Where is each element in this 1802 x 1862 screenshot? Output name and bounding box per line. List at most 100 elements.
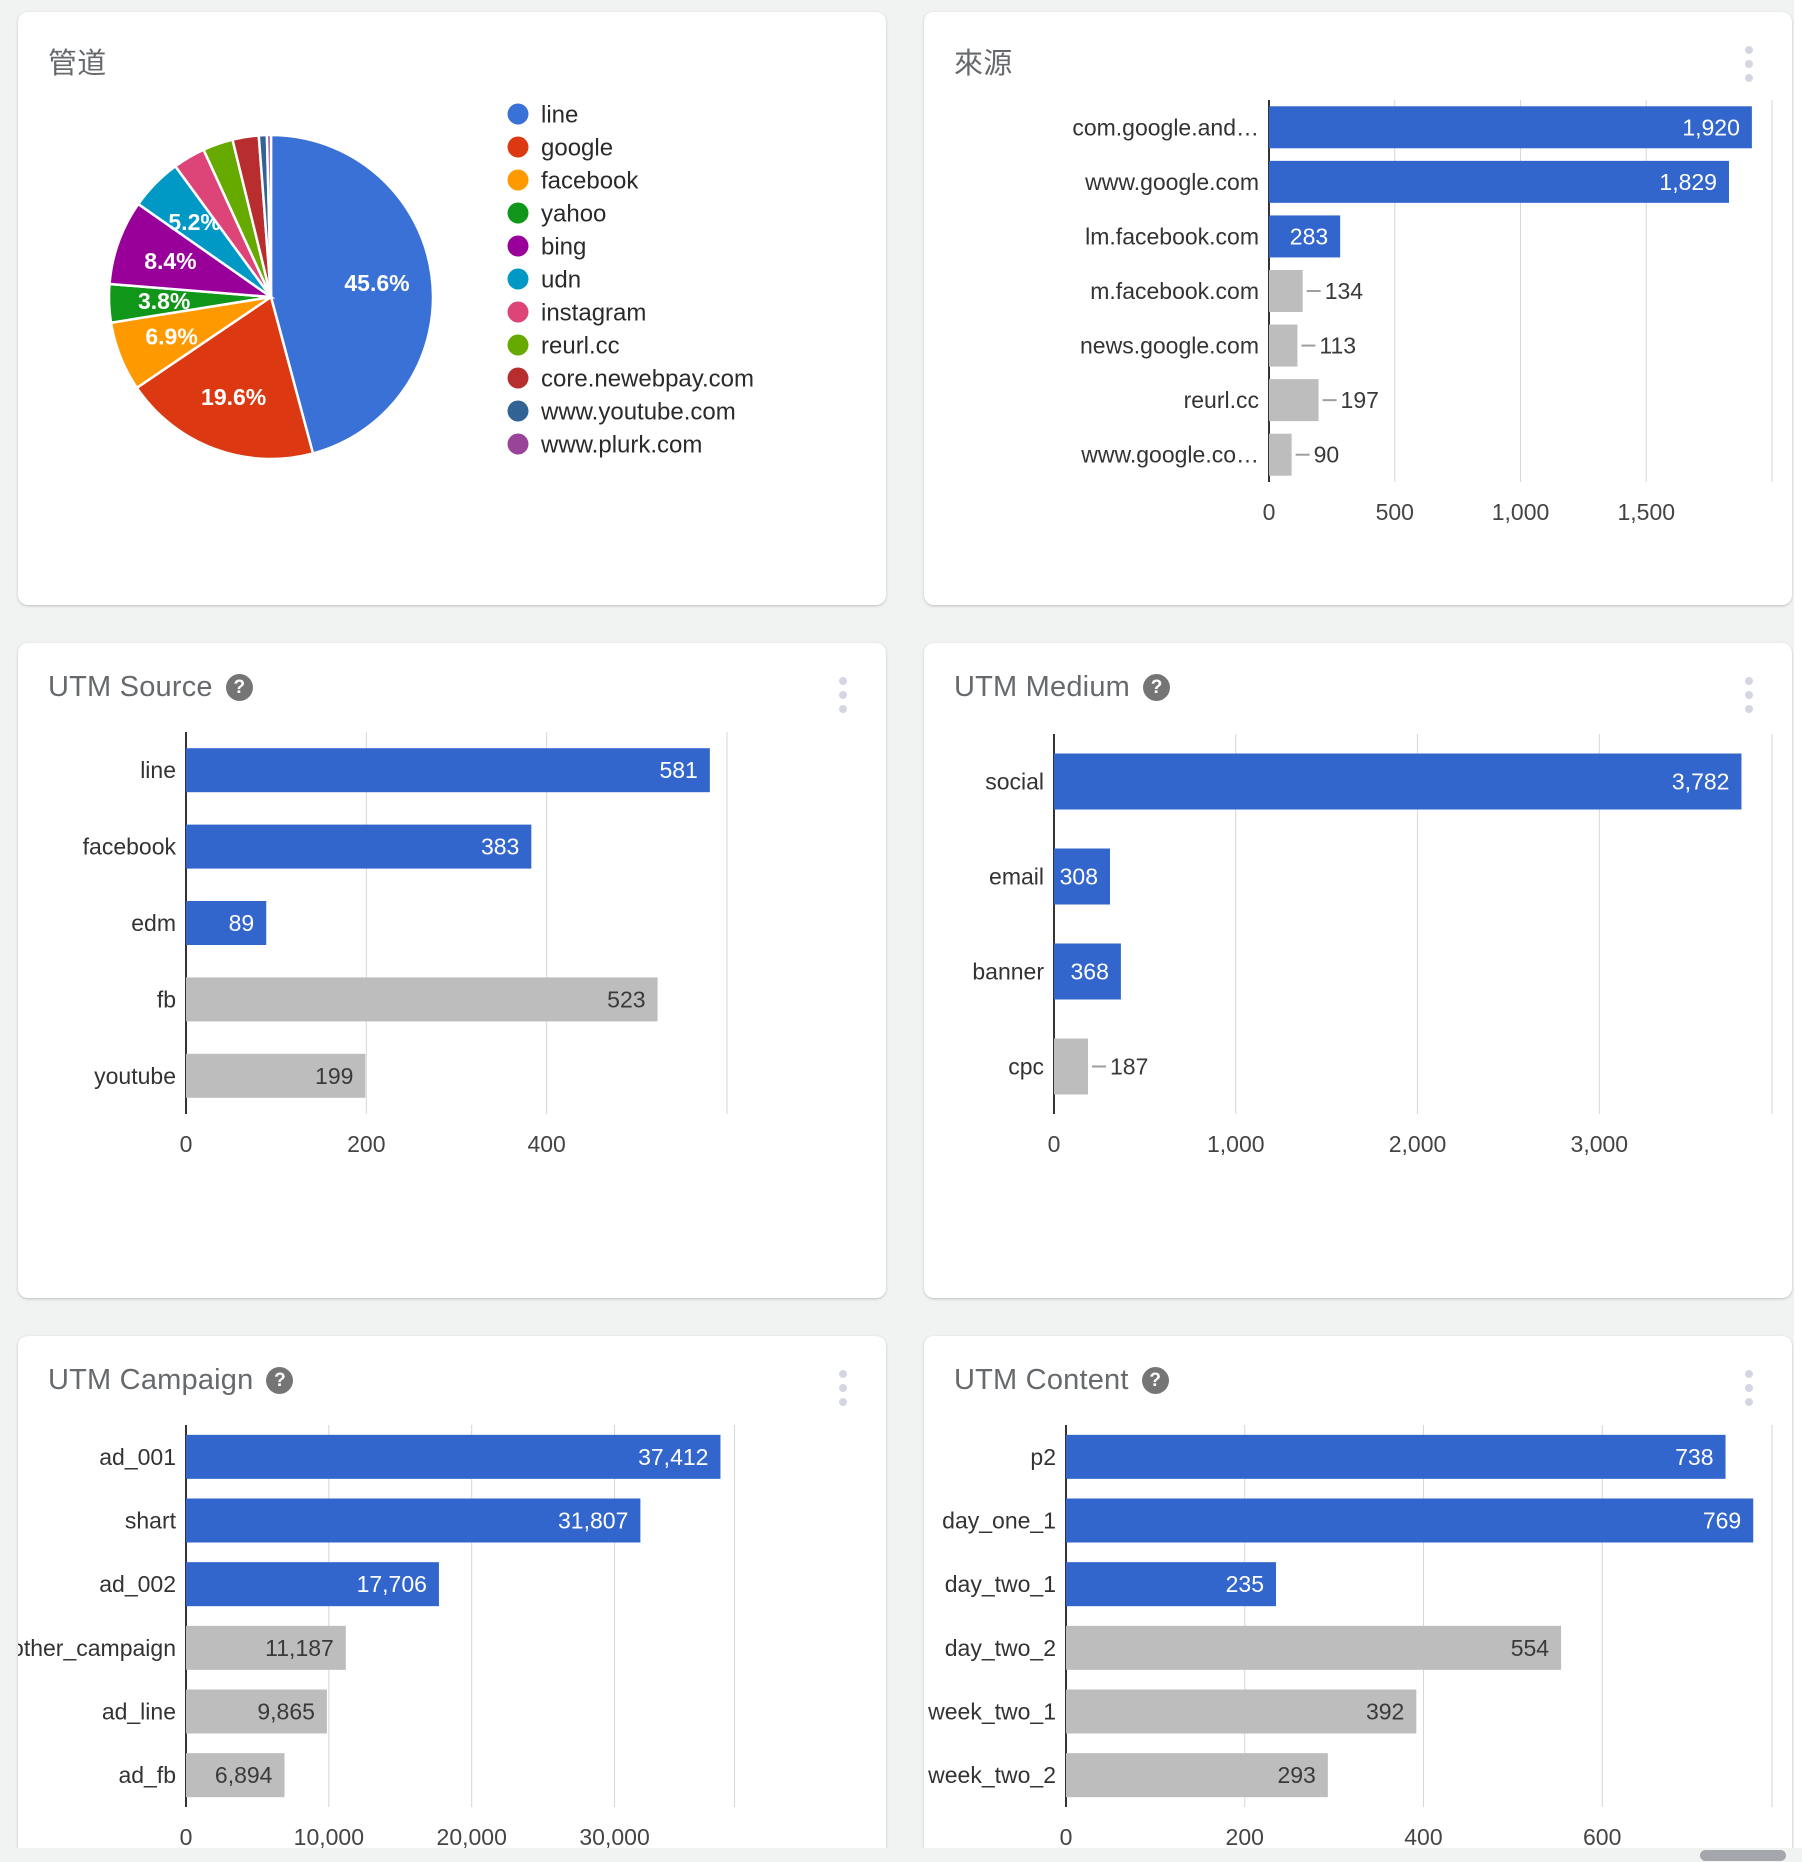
bar-category-label: reurl.cc bbox=[1184, 387, 1259, 413]
card-source: 來源 com.google.and… 1,920 www.google.com 1,8… bbox=[924, 12, 1792, 605]
legend-swatch bbox=[507, 301, 529, 323]
bar-chart-utm-campaign: ad_001 37,412 shart 31,807 ad_002 17,706 other… bbox=[18, 1397, 886, 1862]
legend-item-label[interactable]: www.youtube.com bbox=[540, 399, 736, 426]
kebab-dot bbox=[1745, 691, 1753, 699]
bar-com-google-and-[interactable] bbox=[1269, 106, 1752, 149]
legend-swatch bbox=[507, 334, 529, 356]
help-icon[interactable]: ? bbox=[266, 1367, 294, 1394]
bar-category-label: edm bbox=[131, 910, 176, 936]
card-pipeline: 管道 45.6% 19.6% 6.9% 3.8% 8.4% 5.2% line google f… bbox=[18, 12, 886, 605]
bar-reurl-cc[interactable] bbox=[1269, 379, 1319, 422]
bar-category-label: ad_002 bbox=[99, 1571, 176, 1597]
legend-item-label[interactable]: instagram bbox=[541, 300, 646, 327]
x-axis-tick-label: 10,000 bbox=[294, 1824, 364, 1850]
legend-item-label[interactable]: reurl.cc bbox=[541, 333, 620, 360]
bar-line[interactable] bbox=[186, 748, 710, 793]
bar-chart-svg: social 3,782 email 308 banner 368 cpc 187 0 1,000… bbox=[972, 734, 1773, 1157]
bar-value-label: 392 bbox=[1366, 1699, 1404, 1725]
horizontal-scrollbar[interactable] bbox=[0, 1848, 1802, 1862]
x-axis-tick-label: 400 bbox=[1404, 1824, 1442, 1850]
bar-chart-utm-content: p2 738 day_one_1 769 day_two_1 235 day_two_2 55… bbox=[924, 1397, 1792, 1862]
bar-category-label: line bbox=[140, 757, 176, 783]
page-title-source: 來源 bbox=[954, 48, 1013, 80]
kebab-dot bbox=[1745, 60, 1753, 68]
x-axis-tick-label: 0 bbox=[1263, 499, 1276, 525]
vertical-scroll-gutter[interactable] bbox=[1794, 0, 1802, 1862]
pie-chart-pipeline: 45.6% 19.6% 6.9% 3.8% 8.4% 5.2% line google face… bbox=[18, 82, 886, 602]
x-axis-tick-label: 1,000 bbox=[1492, 499, 1550, 525]
x-axis-tick-label: 500 bbox=[1376, 499, 1414, 525]
legend-item-label[interactable]: www.plurk.com bbox=[540, 432, 702, 459]
pie-slice-label: 8.4% bbox=[144, 248, 196, 274]
bar-value-label: 1,829 bbox=[1659, 169, 1717, 195]
bar-value-label: 581 bbox=[659, 757, 697, 783]
page-title-pipeline: 管道 bbox=[48, 48, 107, 80]
bar-category-label: email bbox=[989, 864, 1044, 890]
page-title-utm-campaign: UTM Campaign bbox=[48, 1364, 254, 1396]
x-axis-tick-label: 1,000 bbox=[1207, 1131, 1265, 1157]
bar-value-label: 134 bbox=[1325, 278, 1364, 304]
kebab-dot bbox=[839, 1384, 847, 1392]
bar-chart-source: com.google.and… 1,920 www.google.com 1,829 l… bbox=[924, 82, 1792, 592]
bar-category-label: ad_line bbox=[102, 1699, 176, 1725]
bar-chart-utm-source: line 581 facebook 383 edm 89 fb 523 youtube 199 0 2… bbox=[18, 704, 886, 1264]
x-axis-tick-label: 30,000 bbox=[579, 1824, 649, 1850]
legend-item-label[interactable]: google bbox=[541, 135, 613, 162]
kebab-dot bbox=[1745, 677, 1753, 685]
x-axis-tick-label: 0 bbox=[180, 1131, 193, 1157]
bar-m-facebook-com[interactable] bbox=[1269, 270, 1303, 312]
bar-social[interactable] bbox=[1054, 753, 1742, 810]
x-axis-tick-label: 0 bbox=[180, 1824, 193, 1850]
bar-category-label: fb bbox=[157, 986, 176, 1012]
bar-value-label: 187 bbox=[1110, 1054, 1148, 1080]
x-axis-tick-label: 20,000 bbox=[437, 1824, 507, 1850]
more-options-icon-source[interactable] bbox=[1738, 46, 1760, 82]
bar-week-two-1[interactable] bbox=[1066, 1689, 1417, 1734]
legend-swatch bbox=[507, 202, 529, 224]
page-title-utm-content: UTM Content bbox=[954, 1364, 1129, 1396]
legend-item-label[interactable]: bing bbox=[541, 234, 586, 261]
help-icon[interactable]: ? bbox=[225, 674, 253, 701]
bar-day-one-1[interactable] bbox=[1066, 1498, 1754, 1543]
card-header-utm-medium: UTM Medium ? bbox=[924, 643, 1792, 704]
bar-value-label: 17,706 bbox=[357, 1571, 427, 1597]
bar-news-google-com[interactable] bbox=[1269, 324, 1298, 367]
legend-item-label[interactable]: udn bbox=[541, 267, 581, 294]
bar-value-label: 89 bbox=[229, 910, 255, 936]
legend-swatch bbox=[507, 235, 529, 257]
bar-fb[interactable] bbox=[186, 977, 658, 1022]
x-axis-tick-label: 0 bbox=[1060, 1824, 1073, 1850]
bar-chart-utm-medium: social 3,782 email 308 banner 368 cpc 187 0 1,000… bbox=[924, 704, 1792, 1264]
card-utm-campaign: UTM Campaign ? ad_001 37,412 shart 31,807 ad… bbox=[18, 1336, 886, 1862]
legend-swatch bbox=[507, 103, 529, 125]
legend-item-label[interactable]: core.newebpay.com bbox=[541, 366, 754, 393]
bar-p2[interactable] bbox=[1066, 1434, 1726, 1479]
legend-item-label[interactable]: line bbox=[541, 102, 578, 129]
bar-value-label: 9,865 bbox=[257, 1699, 315, 1725]
x-axis-tick-label: 200 bbox=[1226, 1824, 1264, 1850]
bar-category-label: p2 bbox=[1030, 1444, 1056, 1470]
bar-www-google-co-[interactable] bbox=[1269, 433, 1292, 476]
bar-category-label: news.google.com bbox=[1080, 333, 1259, 359]
legend-item-label[interactable]: yahoo bbox=[541, 201, 606, 228]
bar-chart-svg: com.google.and… 1,920 www.google.com 1,829 l… bbox=[1072, 100, 1773, 525]
x-axis-tick-label: 2,000 bbox=[1389, 1131, 1447, 1157]
bar-day-two-2[interactable] bbox=[1066, 1625, 1562, 1670]
page-title-utm-medium: UTM Medium bbox=[954, 671, 1131, 703]
bar-chart-svg: ad_001 37,412 shart 31,807 ad_002 17,706 other… bbox=[18, 1425, 736, 1850]
card-header-pipeline: 管道 bbox=[18, 12, 886, 82]
bar-cpc[interactable] bbox=[1054, 1038, 1088, 1095]
card-header-utm-content: UTM Content ? bbox=[924, 1336, 1792, 1397]
bar-facebook[interactable] bbox=[186, 824, 532, 869]
bar-category-label: ad_001 bbox=[99, 1444, 176, 1470]
legend-swatch bbox=[507, 169, 529, 191]
scrollbar-thumb[interactable] bbox=[1700, 1850, 1786, 1861]
legend-item-label[interactable]: facebook bbox=[541, 168, 639, 195]
page-title-utm-source: UTM Source bbox=[48, 671, 213, 703]
kebab-dot bbox=[1745, 1370, 1753, 1378]
x-axis-tick-label: 200 bbox=[347, 1131, 385, 1157]
help-icon[interactable]: ? bbox=[1143, 674, 1171, 701]
bar-category-label: youtube bbox=[94, 1063, 176, 1089]
bar-value-label: 554 bbox=[1511, 1635, 1550, 1661]
help-icon[interactable]: ? bbox=[1141, 1367, 1169, 1394]
